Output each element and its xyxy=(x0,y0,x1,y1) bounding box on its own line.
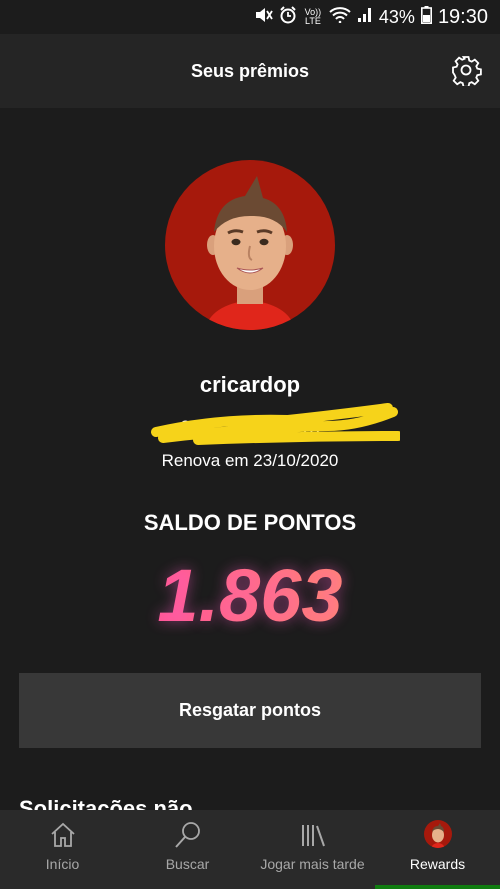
username: cricardop xyxy=(199,372,301,397)
clock: 19:30 xyxy=(437,5,488,28)
avatar xyxy=(165,160,335,330)
tab-label: Início xyxy=(45,856,80,872)
tab-label: Jogar mais tarde xyxy=(260,856,365,872)
redaction-scribble xyxy=(151,403,400,445)
points-balance-value: 1.863 xyxy=(0,553,500,638)
wifi-icon xyxy=(329,7,351,27)
page-title: Seus prêmios xyxy=(190,60,310,81)
library-icon xyxy=(301,825,325,847)
section-title: Solicitações não xyxy=(19,796,193,810)
mute-icon xyxy=(255,7,273,27)
alarm-icon xyxy=(279,6,297,28)
redeem-points-button[interactable]: Resgatar pontos xyxy=(19,673,481,748)
tab-search[interactable]: Buscar xyxy=(125,810,250,889)
bottom-tab-bar: Início Buscar Jogar mais tarde Rewards xyxy=(0,810,500,889)
home-icon xyxy=(50,822,75,847)
battery-percentage: 43% xyxy=(378,6,415,27)
search-icon xyxy=(174,822,200,848)
volte-icon: Vo)) LTE xyxy=(304,7,322,26)
renewal-date: Renova em 23/10/2020 xyxy=(161,451,339,470)
signal-icon xyxy=(357,7,373,27)
tab-play-later[interactable]: Jogar mais tarde xyxy=(250,810,375,889)
battery-icon xyxy=(420,6,432,28)
active-tab-indicator xyxy=(375,885,500,889)
tab-home[interactable]: Início xyxy=(0,810,125,889)
gear-icon[interactable] xyxy=(450,54,482,88)
app-header: Seus prêmios xyxy=(0,34,500,108)
tab-label: Buscar xyxy=(165,856,210,872)
tab-label: Rewards xyxy=(409,856,466,872)
points-balance-label: SALDO DE PONTOS xyxy=(143,510,357,535)
avatar-icon xyxy=(423,820,452,848)
status-bar: Vo)) LTE 43% 19:30 xyxy=(0,0,500,34)
tab-rewards[interactable]: Rewards xyxy=(375,810,500,889)
